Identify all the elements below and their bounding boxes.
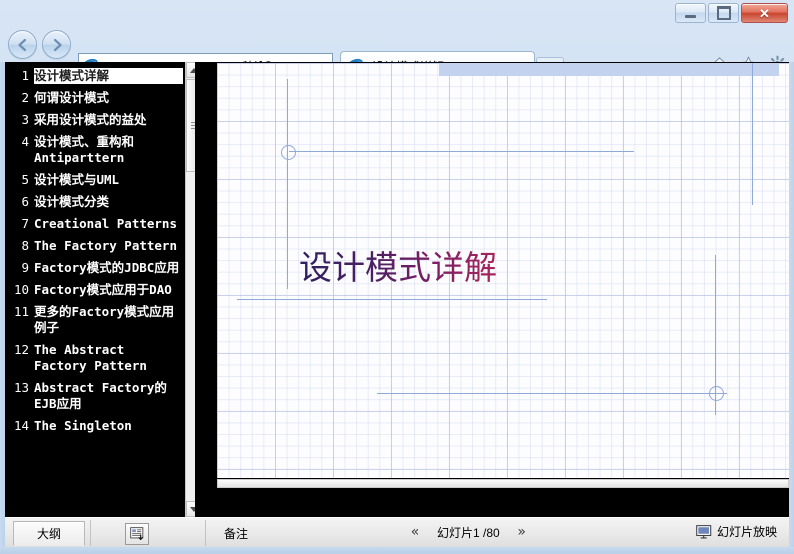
outline-item-label: The Abstract Factory Pattern [34,342,147,373]
window-bottom-edge [0,547,794,554]
outline-item-4[interactable]: 4 设计模式、重构和Antiparttern [5,134,185,166]
outline-item-number: 7 [21,216,29,231]
outline-item-7[interactable]: 7 Creational Patterns [5,216,185,232]
forward-button[interactable] [42,30,71,59]
outline-view-tab[interactable]: 大纲 [13,521,85,546]
notes-label: 备注 [224,527,249,541]
triangle-down-icon [190,506,195,512]
minimize-button[interactable] [675,3,706,23]
minimize-icon [685,15,696,18]
scroll-up-button[interactable] [186,62,195,78]
outline-item-14[interactable]: 14 The Singleton [5,418,185,434]
outline-item-8[interactable]: 8 The Factory Pattern [5,238,185,254]
slide-hscroll-thumb[interactable] [218,480,788,487]
outline-item-number: 14 [13,418,29,433]
outline-item-3[interactable]: 3 采用设计模式的益处 [5,112,185,128]
window-right-edge [789,62,794,547]
maximize-icon [716,6,731,20]
outline-item-11[interactable]: 11 更多的Factory模式应用例子 [5,304,185,336]
outline-item-5[interactable]: 5 设计模式与UML [5,172,185,188]
outline-item-number: 9 [21,260,29,275]
slideshow-label: 幻灯片放映 [716,525,777,539]
slide-deco-line-vertical-right [715,255,716,415]
previous-slide-button[interactable]: « [405,523,425,541]
scrollbar-thumb[interactable] [186,79,195,172]
outline-item-number: 10 [13,282,29,297]
slide-top-band [439,63,779,76]
outline-item-number: 2 [21,90,29,105]
outline-item-label: 设计模式分类 [34,194,110,209]
outline-item-9[interactable]: 9 Factory模式的JDBC应用 [5,260,185,276]
outline-item-number: 13 [13,380,29,395]
outline-item-label: Factory模式应用于DAO [34,282,172,297]
window-controls: ✕ [675,3,788,23]
projector-screen-icon [696,524,712,539]
slide-canvas[interactable]: 设计模式详解 [217,63,789,478]
outline-item-label: 设计模式与UML [34,172,120,187]
outline-item-number: 4 [21,134,29,149]
outline-item-number: 11 [13,304,29,319]
status-divider-1 [90,520,91,546]
back-arrow-icon [17,38,26,51]
outline-item-label: Factory模式的JDBC应用 [34,260,180,275]
outline-item-12[interactable]: 12 The Abstract Factory Pattern [5,342,185,374]
slide-deco-line-horizontal-upper [289,151,634,152]
slide-title: 设计模式详解 [299,248,497,287]
title-bar: ✕ [0,0,794,24]
slide-deco-line-horizontal-lower [377,393,727,394]
outline-item-label: Abstract Factory的EJB应用 [34,380,167,411]
outline-item-2[interactable]: 2 何谓设计模式 [5,90,185,106]
slide-horizontal-scrollbar[interactable] [217,479,789,488]
close-button[interactable]: ✕ [741,3,788,23]
outline-item-label: 更多的Factory模式应用例子 [34,304,175,335]
outline-item-13[interactable]: 13 Abstract Factory的EJB应用 [5,380,185,412]
outline-item-label: 设计模式、重构和Antiparttern [34,134,135,165]
slide-navigation: « 幻灯片1 /80 » [405,523,532,541]
navigation-bar: http://localhost:4134/Html/23种设计模 ↻ ✕ [0,24,794,80]
slide-sorter-button[interactable] [125,523,149,545]
outline-scrollbar[interactable] [185,62,195,517]
outline-item-number: 5 [21,172,29,187]
maximize-button[interactable] [708,3,739,23]
slide-sorter-icon [129,527,143,541]
status-bar: 大纲 备注 « 幻灯片1 /80 » 幻灯片放映 [5,517,789,547]
forward-arrow-icon [53,38,62,51]
slide-stage: 设计模式详解 [203,62,789,517]
outline-pane: 1 设计模式详解 2 何谓设计模式 3 采用设计模式的益处 4 设计模式、重构和… [5,62,195,517]
outline-item-number: 6 [21,194,29,209]
outline-item-number: 8 [21,238,29,253]
outline-item-label: 采用设计模式的益处 [34,112,147,127]
outline-item-number: 1 [21,68,29,83]
scroll-down-button[interactable] [186,501,195,517]
outline-item-label: 设计模式详解 [34,68,183,84]
outline-item-number: 3 [21,112,29,127]
outline-view-tab-label: 大纲 [36,527,61,541]
next-slide-button[interactable]: » [512,523,532,541]
outline-list: 1 设计模式详解 2 何谓设计模式 3 采用设计模式的益处 4 设计模式、重构和… [5,68,185,440]
status-divider-2 [205,520,206,546]
slideshow-button[interactable]: 幻灯片放映 [696,523,777,540]
outline-item-number: 12 [13,342,29,357]
outline-item-1[interactable]: 1 设计模式详解 [5,68,185,84]
back-button[interactable] [8,30,37,59]
outline-item-6[interactable]: 6 设计模式分类 [5,194,185,210]
scrollbar-grip-icon [191,122,195,131]
slide-deco-circle-upper [281,145,296,160]
triangle-up-icon [190,67,195,73]
outline-item-label: Creational Patterns [34,216,177,231]
slide-deco-line-vertical-upper-right [752,63,753,205]
close-icon: ✕ [759,5,770,21]
outline-item-label: The Singleton [34,418,132,433]
slide-counter-label: 幻灯片1 /80 [437,525,500,540]
powerpoint-viewer: 1 设计模式详解 2 何谓设计模式 3 采用设计模式的益处 4 设计模式、重构和… [5,62,789,517]
notes-button[interactable]: 备注 [224,525,248,542]
slide-deco-line-vertical-left [287,79,288,289]
outline-item-label: The Factory Pattern [34,238,177,253]
browser-window: ✕ http://localhost:4134/Html/23种设计模 [0,0,794,554]
slide-deco-line-horizontal-middle [237,299,547,300]
outline-item-10[interactable]: 10 Factory模式应用于DAO [5,282,185,298]
slide-deco-circle-lower [709,386,724,401]
outline-item-label: 何谓设计模式 [34,90,110,105]
